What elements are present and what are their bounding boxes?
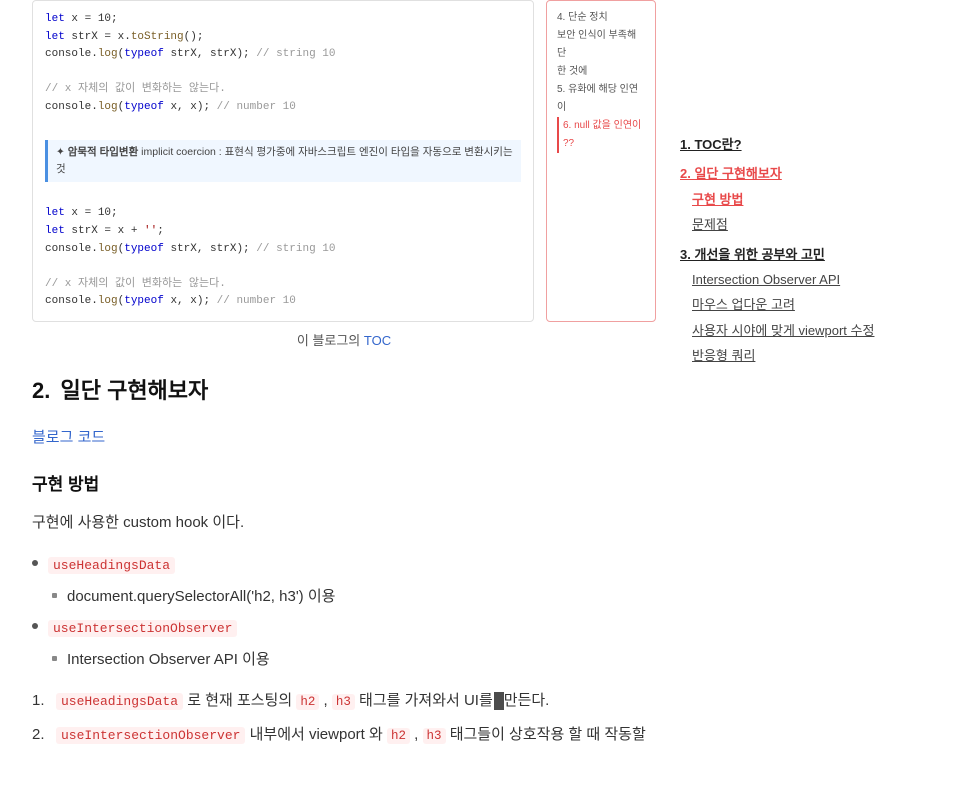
numbered-item-2-content: useIntersectionObserver 내부에서 viewport 와 … (56, 722, 646, 748)
toc-item-3-1[interactable]: Intersection Observer API (680, 267, 884, 292)
tag-h2-2: h2 (387, 728, 410, 744)
numbered-2-code: useIntersectionObserver (56, 727, 245, 744)
numbered-item-1: 1. useHeadingsData 로 현재 포스팅의 h2 , h3 태그를… (32, 688, 656, 714)
toc-item-2[interactable]: 2. 일단 구현해보자 (680, 161, 884, 186)
preview-caption: 이 블로그의 TOC (32, 330, 656, 352)
intro-paragraph: 구현에 사용한 custom hook 이다. (32, 510, 656, 536)
sub-section-heading: 구현 방법 (32, 471, 656, 500)
bullet-list: useHeadingsData document.querySelectorAl… (32, 552, 656, 672)
code-comment-2: // x 자체의 값이 변화하는 않는다. (45, 276, 521, 294)
toc-item-3-4[interactable]: 반응형 쿼리 (680, 343, 884, 368)
code-line-6: let strX = x + ''; (45, 223, 521, 241)
code-line-1: let x = 10; (45, 11, 521, 29)
bullet-dot-2 (32, 623, 38, 629)
toc-caption-link[interactable]: TOC (364, 333, 391, 348)
bullet-square-2 (52, 656, 57, 661)
toc-thumb-item-2: 보안 인식이 부족해 단 (557, 27, 645, 63)
toc-item-3[interactable]: 3. 개선을 위한 공부와 고민 (680, 242, 884, 267)
preview-section: let x = 10; let strX = x.toString(); con… (32, 0, 656, 352)
toc-navigation: 1. TOC란? 2. 일단 구현해보자 구현 방법 문제점 3. 개선을 위한… (680, 8, 884, 369)
note-block: ✦ 암묵적 타입변환 implicit coercion : 표현식 평가중에 … (45, 140, 521, 182)
tag-h3-2: h3 (423, 728, 446, 744)
section-heading: 2. 일단 구현해보자 (32, 372, 656, 409)
code-line-7: console.log(typeof strX, strX); // strin… (45, 241, 521, 259)
toc-thumb-item-3: 한 것에 (557, 63, 645, 81)
bullet-square-1 (52, 593, 57, 598)
bullet-sub-1-text: document.querySelectorAll('h2, h3') 이용 (67, 584, 335, 610)
tag-h3-1: h3 (332, 694, 355, 710)
toc-item-2-1[interactable]: 구현 방법 (680, 187, 884, 212)
code-line-5: let x = 10; (45, 205, 521, 223)
bullet-sub-item-2: Intersection Observer API 이용 (32, 647, 656, 673)
numbered-item-2: 2. useIntersectionObserver 내부에서 viewport… (32, 722, 656, 748)
code-preview: let x = 10; let strX = x.toString(); con… (32, 0, 534, 322)
code-line-8: console.log(typeof x, x); // number 10 (45, 293, 521, 311)
bullet-item-1-code: useHeadingsData (48, 552, 175, 578)
bullet-sub-2-text: Intersection Observer API 이용 (67, 647, 270, 673)
toc-thumb-item-1: 4. 단순 정치 (557, 9, 645, 27)
main-content: let x = 10; let strX = x.toString(); con… (0, 0, 680, 759)
code-line-2: let strX = x.toString(); (45, 29, 521, 47)
toc-preview-thumbnail: 4. 단순 정치 보안 인식이 부족해 단 한 것에 5. 유화에 해당 인연이… (546, 0, 656, 322)
numbered-1-code: useHeadingsData (56, 693, 183, 710)
num-1: 1. (32, 688, 52, 714)
bullet-item-2-code: useIntersectionObserver (48, 615, 237, 641)
toc-item-2-2[interactable]: 문제점 (680, 212, 884, 237)
code-comment-1: // x 자체의 값이 변화하는 않는다. (45, 81, 521, 99)
sidebar: 1. TOC란? 2. 일단 구현해보자 구현 방법 문제점 3. 개선을 위한… (680, 0, 900, 759)
code-line-3: console.log(typeof strX, strX); // strin… (45, 46, 521, 64)
numbered-list: 1. useHeadingsData 로 현재 포스팅의 h2 , h3 태그를… (32, 688, 656, 749)
bullet-sub-item-1: document.querySelectorAll('h2, h3') 이용 (32, 584, 656, 610)
bullet-item-2: useIntersectionObserver (32, 615, 656, 641)
code-line-4: console.log(typeof x, x); // number 10 (45, 99, 521, 117)
tag-h2-1: h2 (296, 694, 319, 710)
bullet-dot-1 (32, 560, 38, 566)
numbered-item-1-content: useHeadingsData 로 현재 포스팅의 h2 , h3 태그를 가져… (56, 688, 549, 714)
bullet-item-1: useHeadingsData (32, 552, 656, 578)
blog-code-link[interactable]: 블로그 코드 (32, 425, 105, 451)
toc-item-3-3[interactable]: 사용자 시야에 맞게 viewport 수정 (680, 318, 884, 343)
toc-item-3-2[interactable]: 마우스 업다운 고려 (680, 292, 884, 317)
toc-item-1[interactable]: 1. TOC란? (680, 132, 884, 157)
preview-wrapper: let x = 10; let strX = x.toString(); con… (32, 0, 656, 322)
toc-thumb-item-5: 6. null 값을 인연이 ?? (557, 117, 645, 153)
toc-thumb-item-4: 5. 유화에 해당 인연이 (557, 81, 645, 117)
num-2: 2. (32, 722, 52, 748)
text-cursor (494, 692, 504, 710)
